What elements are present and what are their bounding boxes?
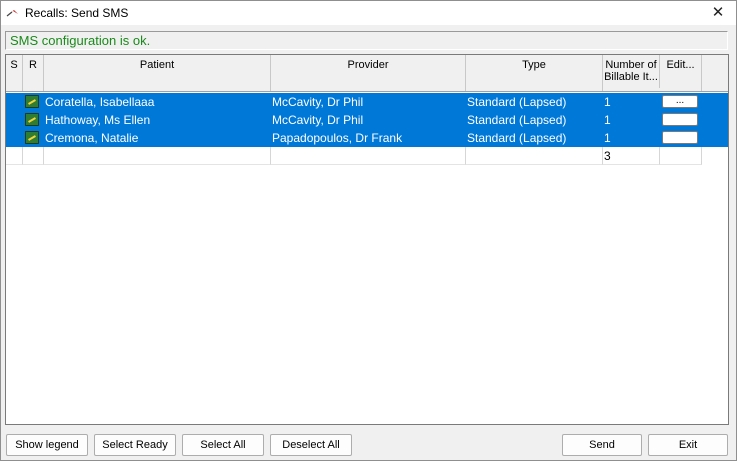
- totals-blank-cell: [271, 147, 466, 165]
- row-ready-cell[interactable]: [23, 129, 44, 147]
- header-r[interactable]: R: [23, 55, 44, 91]
- table-row[interactable]: Cremona, Natalie Papadopoulos, Dr Frank …: [6, 129, 728, 147]
- row-select-cell[interactable]: [6, 93, 23, 111]
- provider-cell[interactable]: McCavity, Dr Phil: [271, 93, 466, 111]
- close-icon: ✕: [711, 4, 725, 21]
- header-edit[interactable]: Edit...: [660, 55, 702, 91]
- totals-blank-cell: [44, 147, 271, 165]
- header-provider[interactable]: Provider: [271, 55, 466, 91]
- totals-row: 3: [6, 147, 728, 165]
- provider-cell[interactable]: Papadopoulos, Dr Frank: [271, 129, 466, 147]
- edit-button[interactable]: [662, 131, 698, 144]
- patient-cell[interactable]: Cremona, Natalie: [44, 129, 271, 147]
- type-cell[interactable]: Standard (Lapsed): [466, 129, 603, 147]
- send-button[interactable]: Send: [562, 434, 642, 456]
- header-type[interactable]: Type: [466, 55, 603, 91]
- patient-cell[interactable]: Hathoway, Ms Ellen: [44, 111, 271, 129]
- sms-status-bar: SMS configuration is ok.: [5, 31, 728, 50]
- recalls-send-sms-window: Recalls: Send SMS ✕ SMS configuration is…: [0, 0, 737, 461]
- select-ready-button[interactable]: Select Ready: [94, 434, 176, 456]
- row-select-cell[interactable]: [6, 111, 23, 129]
- totals-blank-cell: [6, 147, 23, 165]
- edit-button[interactable]: [662, 113, 698, 126]
- sms-status-text: SMS configuration is ok.: [10, 33, 151, 48]
- type-cell[interactable]: Standard (Lapsed): [466, 93, 603, 111]
- totals-blank-cell: [23, 147, 44, 165]
- edit-cell[interactable]: [660, 129, 702, 147]
- header-s[interactable]: S: [6, 55, 23, 91]
- billable-cell[interactable]: 1: [603, 111, 660, 129]
- header-number-of-billable-items[interactable]: Number of Billable It...: [603, 55, 660, 88]
- row-ready-cell[interactable]: [23, 111, 44, 129]
- provider-cell[interactable]: McCavity, Dr Phil: [271, 111, 466, 129]
- row-select-cell[interactable]: [6, 129, 23, 147]
- totals-blank-cell: [466, 147, 603, 165]
- header-patient[interactable]: Patient: [44, 55, 271, 91]
- deselect-all-button[interactable]: Deselect All: [270, 434, 352, 456]
- table-row[interactable]: Coratella, Isabellaaa McCavity, Dr Phil …: [6, 93, 728, 111]
- title-bar: Recalls: Send SMS ✕: [1, 1, 736, 25]
- select-all-button[interactable]: Select All: [182, 434, 264, 456]
- billable-total: 3: [603, 147, 660, 165]
- edit-cell[interactable]: ...: [660, 93, 702, 111]
- table-row[interactable]: Hathoway, Ms Ellen McCavity, Dr Phil Sta…: [6, 111, 728, 129]
- window-title: Recalls: Send SMS: [25, 6, 129, 20]
- exit-button[interactable]: Exit: [648, 434, 728, 456]
- ready-flag-icon: [25, 95, 39, 108]
- show-legend-button[interactable]: Show legend: [6, 434, 88, 456]
- edit-button[interactable]: ...: [662, 95, 698, 108]
- ready-flag-icon: [25, 113, 39, 126]
- recall-app-icon: [6, 10, 18, 17]
- edit-cell[interactable]: [660, 111, 702, 129]
- billable-cell[interactable]: 1: [603, 129, 660, 147]
- recalls-grid[interactable]: S R Patient Provider Type Number of Bill…: [5, 54, 729, 425]
- billable-cell[interactable]: 1: [603, 93, 660, 111]
- row-ready-cell[interactable]: [23, 93, 44, 111]
- patient-cell[interactable]: Coratella, Isabellaaa: [44, 93, 271, 111]
- close-button[interactable]: ✕: [702, 2, 734, 24]
- type-cell[interactable]: Standard (Lapsed): [466, 111, 603, 129]
- ready-flag-icon: [25, 131, 39, 144]
- grid-header: S R Patient Provider Type Number of Bill…: [6, 55, 728, 92]
- totals-blank-cell: [660, 147, 702, 165]
